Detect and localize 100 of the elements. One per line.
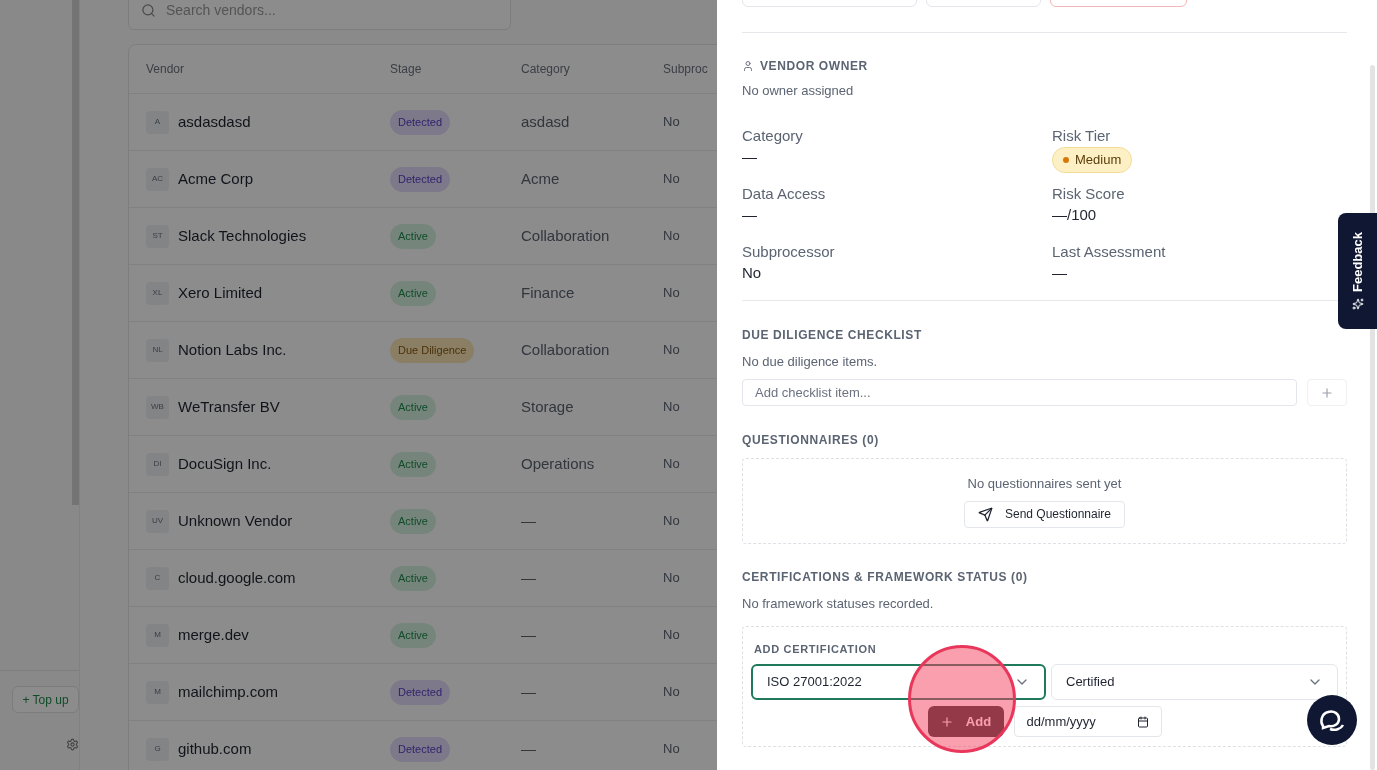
add-button[interactable]: Add (927, 706, 1004, 737)
subprocessor-cell-text: No (663, 569, 681, 588)
vendor-avatar: G (146, 737, 169, 761)
stage-badge: Detected (390, 167, 451, 192)
subprocessor-cell-text: No (663, 170, 681, 189)
subprocessor-cell-text: No (663, 740, 681, 759)
column-header: Stage (390, 61, 423, 78)
vendor-avatar: ST (146, 224, 169, 248)
subprocessor-cell-text: No (663, 341, 681, 360)
vendor-name[interactable]: github.com (178, 737, 252, 761)
plus-icon (1320, 385, 1334, 400)
settings-icon[interactable] (66, 738, 79, 751)
column-header: Category (521, 61, 571, 78)
vendor-name[interactable]: Acme Corp (178, 167, 254, 191)
section-heading: CERTIFICATIONS & FRAMEWORK STATUS (0) (742, 569, 1029, 586)
stage-badge: Active (390, 509, 436, 534)
owner-value: No owner assigned (742, 82, 855, 100)
category-cell-text: Storage (521, 396, 575, 417)
category-cell-text: Collaboration (521, 225, 611, 246)
vendor-avatar: A (146, 110, 169, 134)
top-up-button[interactable]: + Top up (12, 686, 79, 713)
subprocessor-cell-text: No (663, 455, 681, 474)
select-value: ISO 27001:2022 (767, 673, 862, 692)
stage-badge: Active (390, 623, 436, 648)
vendor-avatar: WB (146, 395, 169, 419)
search-input[interactable]: Search vendors... (166, 0, 347, 21)
risk-tier-text: Medium (1075, 150, 1122, 169)
stage-badge: Detected (390, 680, 451, 705)
form-heading: ADD CERTIFICATION (754, 641, 878, 657)
subprocessor-cell-text: No (663, 626, 681, 645)
field-label: Last Assessment (1052, 241, 1167, 262)
field-label: Subprocessor (742, 241, 836, 262)
search-field[interactable]: Search vendors... (128, 0, 511, 30)
stage-badge: Active (390, 395, 436, 420)
field-value: No (742, 262, 763, 283)
vendor-name[interactable]: Unknown Vendor (178, 509, 293, 533)
category-cell-text: Finance (521, 282, 576, 303)
empty-message: No questionnaires sent yet (967, 475, 1122, 494)
select-value: Certified (1066, 673, 1115, 692)
calendar-icon (1136, 715, 1149, 728)
send-questionnaire-button[interactable]: Send Questionnaire (963, 500, 1126, 528)
stage-badge: Detected (390, 110, 451, 135)
sparkle-icon (1351, 298, 1364, 310)
subprocessor-cell-text: No (663, 227, 681, 246)
field-value: —/100 (1052, 204, 1098, 225)
category-cell-text: — (521, 567, 537, 588)
stage-badge: Due Diligence (390, 338, 475, 363)
field-label: Category (742, 125, 804, 146)
modal-backdrop[interactable] (0, 0, 717, 770)
empty-message: No due diligence items. (742, 352, 879, 371)
column-header: Vendor (145, 61, 186, 78)
vendor-avatar: M (146, 623, 169, 647)
checklist-input[interactable]: Add checklist item... (742, 379, 1297, 406)
vendor-name[interactable]: Slack Technologies (178, 224, 307, 248)
date-placeholder: dd/mm/yyyy (1026, 712, 1096, 731)
section-heading: DUE DILIGENCE CHECKLIST (742, 326, 923, 344)
send-icon (977, 506, 993, 522)
vendor-avatar: AC (146, 167, 169, 191)
category-cell-text: asdasd (521, 111, 571, 132)
vendor-name[interactable]: asdasdasd (178, 110, 251, 134)
vendor-avatar: XL (146, 281, 169, 305)
vendor-name[interactable]: Xero Limited (178, 281, 263, 305)
subprocessor-cell-text: No (663, 113, 681, 132)
select-field[interactable]: Certified (1051, 664, 1338, 700)
vendor-avatar: C (146, 566, 169, 590)
stage-badge: Active (390, 281, 436, 306)
subprocessor-cell-text: No (663, 284, 681, 303)
feedback-label: Feedback (1348, 232, 1366, 292)
category-cell-text: Collaboration (521, 339, 611, 360)
category-cell-text: — (521, 681, 537, 702)
category-cell-text: — (521, 624, 537, 645)
subprocessor-cell-text: No (663, 683, 681, 702)
add-item-button[interactable] (1307, 379, 1347, 406)
feedback-tab[interactable]: Feedback (1338, 213, 1377, 329)
field-value: — (742, 146, 758, 167)
stage-badge: Active (390, 566, 436, 591)
field-value: — (742, 204, 758, 225)
vendor-avatar: DI (146, 452, 169, 476)
select-field[interactable]: ISO 27001:2022 (751, 664, 1046, 700)
field-label: Data Access (742, 183, 827, 204)
stage-badge: Active (390, 224, 436, 249)
vendor-name[interactable]: merge.dev (178, 623, 249, 647)
vendor-name[interactable]: mailchimp.com (178, 680, 279, 704)
field-label: Risk Score (1052, 183, 1126, 204)
vendor-name[interactable]: cloud.google.com (178, 566, 296, 590)
field-label: Risk Tier (1052, 125, 1112, 146)
vendor-name[interactable]: Notion Labs Inc. (178, 338, 287, 362)
vendor-avatar: M (146, 680, 169, 704)
empty-message: No framework statuses recorded. (742, 595, 935, 613)
category-cell-text: Acme (521, 168, 561, 189)
user-icon (742, 60, 754, 72)
field-value: — (1052, 262, 1068, 283)
column-header: Subproc (663, 61, 709, 78)
category-cell-text: — (521, 510, 537, 531)
subprocessor-cell-text: No (663, 512, 681, 531)
vendor-name[interactable]: WeTransfer BV (178, 395, 280, 419)
vendor-name[interactable]: DocuSign Inc. (178, 452, 272, 476)
date-field[interactable]: dd/mm/yyyy (1013, 706, 1162, 737)
vendor-avatar: UV (146, 509, 169, 533)
subprocessor-cell-text: No (663, 398, 681, 417)
